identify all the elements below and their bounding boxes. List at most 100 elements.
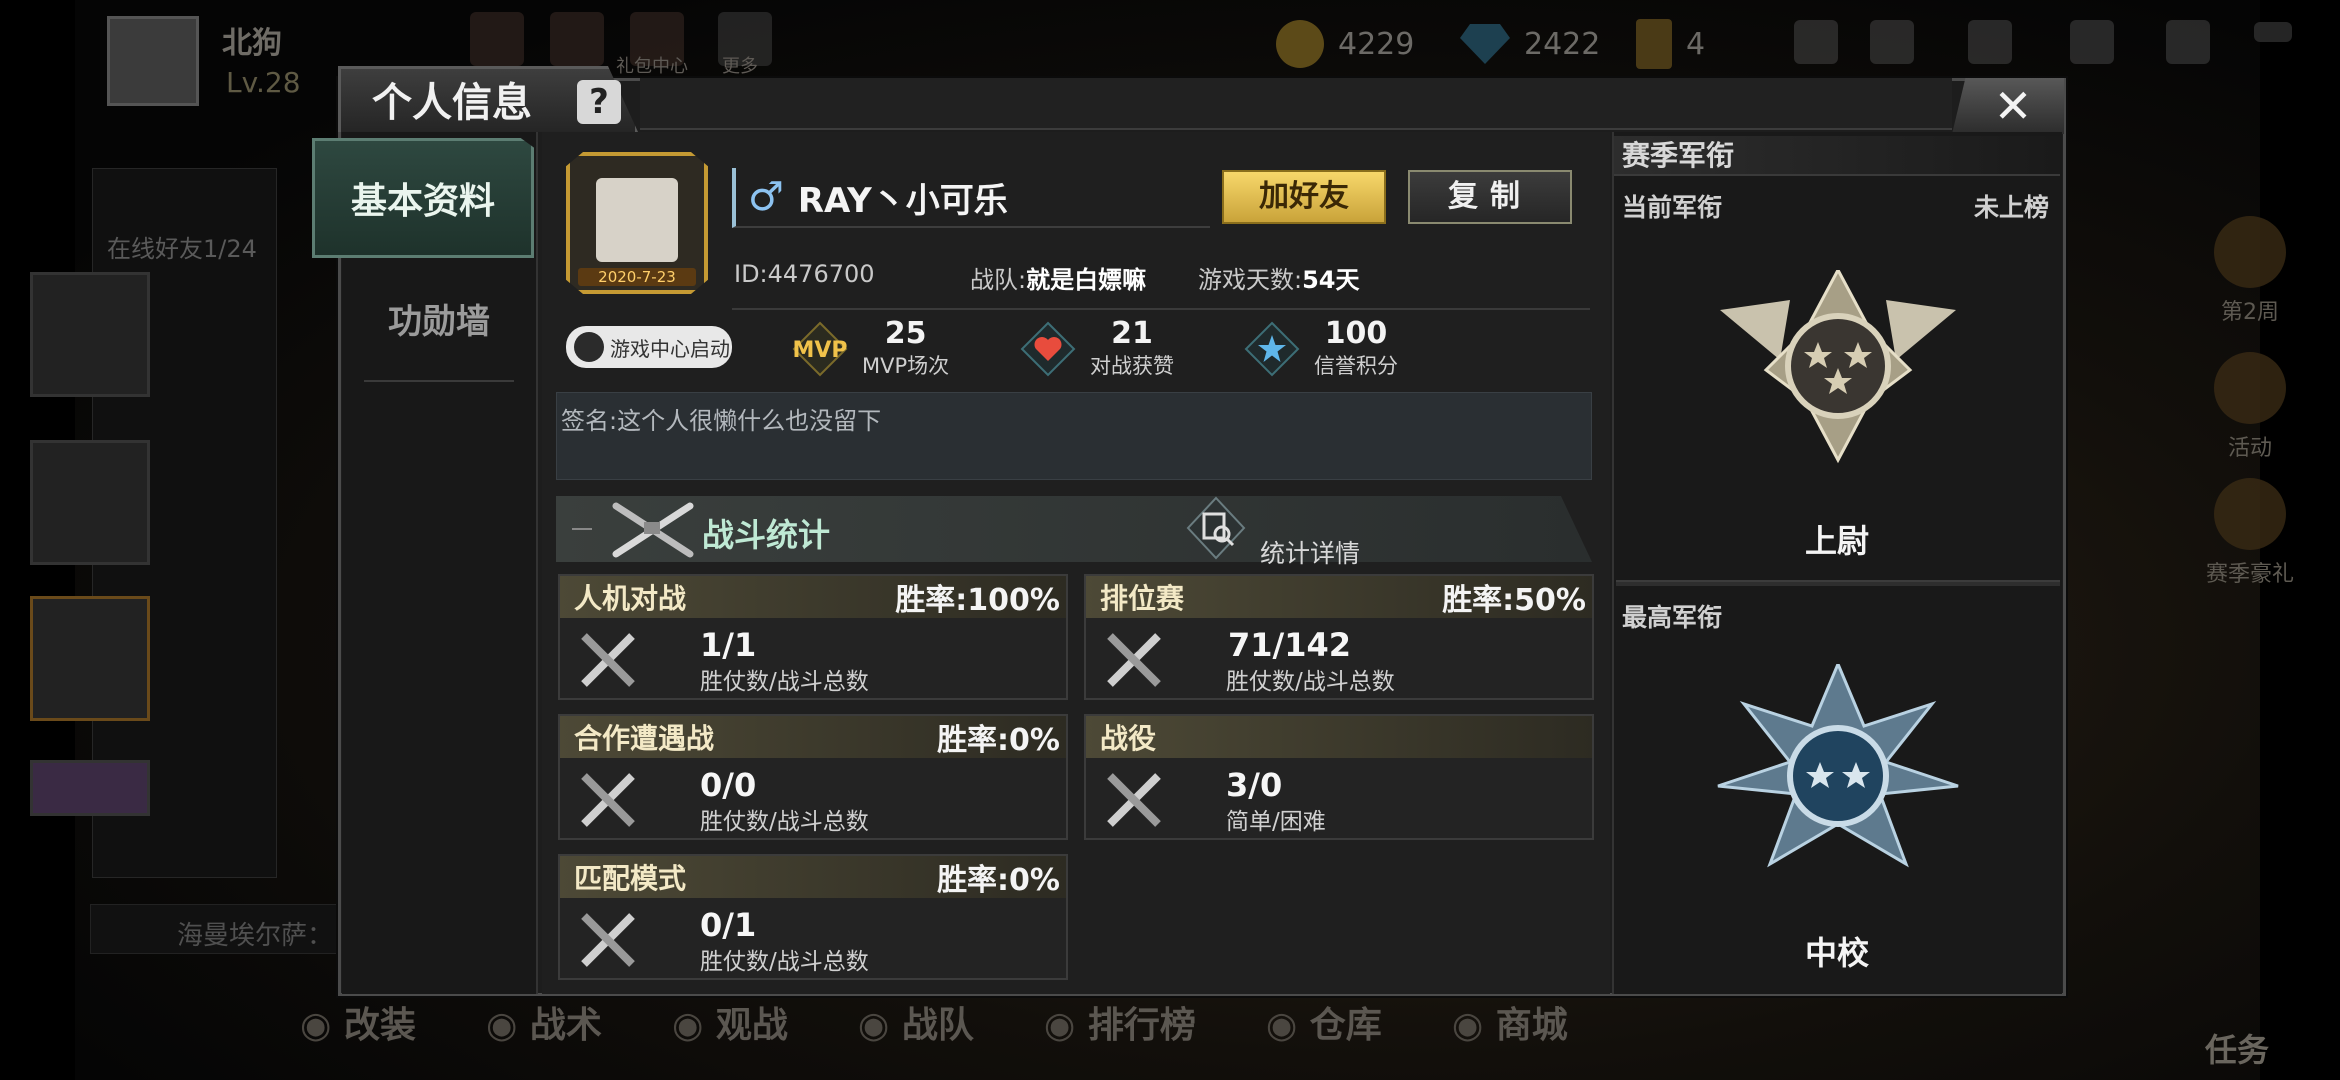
mode-value: 71/142 bbox=[1228, 626, 1352, 664]
crossed-swords-icon bbox=[1107, 633, 1161, 687]
player-portrait[interactable]: 2020-7-23 bbox=[566, 152, 708, 294]
friend-avatar-4[interactable] bbox=[30, 760, 150, 816]
male-gender-icon: ♂ bbox=[748, 174, 784, 220]
card-counter: 4 bbox=[1636, 18, 1705, 70]
diamond-icon bbox=[1460, 24, 1510, 64]
svg-text:MVP: MVP bbox=[792, 338, 847, 363]
mvp-icon: MVP bbox=[792, 321, 848, 377]
mode-sub-label: 胜仗数/战斗总数 bbox=[700, 809, 869, 835]
coin-counter: 4229 bbox=[1276, 18, 1414, 70]
mode-card-campaign: 战役 3/0 简单/困难 bbox=[1084, 714, 1594, 840]
credit-count: 100 bbox=[1324, 316, 1388, 351]
mode-value: 0/1 bbox=[700, 906, 757, 944]
mode-card-match: 匹配模式 胜率:0% 0/1 胜仗数/战斗总数 bbox=[558, 854, 1068, 980]
game-center-badge[interactable]: 游戏中心启动 bbox=[566, 326, 732, 368]
friend-avatar-1[interactable] bbox=[30, 272, 150, 397]
player-team: 战队:就是白嫖嘛 bbox=[970, 266, 1147, 294]
dialog-tabs bbox=[342, 132, 538, 994]
dialog-title-rail bbox=[640, 78, 1952, 130]
plus-icon[interactable] bbox=[1794, 20, 1838, 64]
season-rank-header: 赛季军衔 bbox=[1614, 136, 2060, 176]
stat-mvp: MVP 25 MVP场次 bbox=[790, 318, 949, 380]
crossed-rifles-icon bbox=[612, 502, 694, 558]
task-button[interactable]: 任务 bbox=[2205, 1025, 2269, 1071]
lobby-level: Lv.28 bbox=[226, 66, 301, 99]
portrait-photo bbox=[596, 178, 678, 262]
season-gift-icon bbox=[2214, 478, 2286, 550]
player-name: RAY丶小可乐 bbox=[797, 180, 1008, 221]
mode-sub-label: 胜仗数/战斗总数 bbox=[700, 949, 869, 975]
copy-button[interactable]: 复制 bbox=[1408, 170, 1572, 224]
chat-text: 海曼埃尔萨： bbox=[177, 921, 334, 951]
card-icon bbox=[1636, 19, 1672, 69]
win-rate: 胜率:0% bbox=[937, 863, 1060, 898]
tab-honor-wall[interactable]: 功勋墙 bbox=[364, 272, 514, 382]
stats-detail-link[interactable]: 统计详情 bbox=[1260, 534, 1360, 570]
nav-warehouse[interactable]: 仓库 bbox=[1266, 996, 1382, 1048]
nav-team[interactable]: 战队 bbox=[858, 996, 974, 1048]
nav-shop[interactable]: 商城 bbox=[1452, 996, 1568, 1048]
mail-icon[interactable] bbox=[1968, 20, 2012, 64]
credit-label: 信誉积分 bbox=[1314, 354, 1398, 378]
mode-card-coop: 合作遭遇战 胜率:0% 0/0 胜仗数/战斗总数 bbox=[558, 714, 1068, 840]
nav-spectate[interactable]: 观战 bbox=[672, 996, 788, 1048]
mode-name: 战役 bbox=[1100, 722, 1157, 755]
leaderboard-status: 未上榜 bbox=[1974, 193, 2050, 222]
nav-modify[interactable]: 改装 bbox=[300, 996, 416, 1048]
event-entry[interactable]: 活动 bbox=[2195, 352, 2305, 462]
diamond-counter: 2422 bbox=[1460, 18, 1600, 70]
current-rank-label: 当前军衔 bbox=[1622, 193, 1723, 222]
highest-rank-label: 最高军衔 bbox=[1622, 603, 1723, 632]
nav-tactics[interactable]: 战术 bbox=[486, 996, 602, 1048]
coin-icon bbox=[1276, 20, 1324, 68]
current-rank-name: 上尉 bbox=[1804, 522, 1869, 560]
event-icon bbox=[2214, 352, 2286, 424]
close-button[interactable]: ✕ bbox=[1952, 78, 2064, 134]
rank-divider bbox=[1616, 580, 2060, 586]
social-icon[interactable] bbox=[1870, 20, 1914, 64]
team-name[interactable]: 就是白嫖嘛 bbox=[1026, 266, 1146, 294]
mvp-count: 25 bbox=[884, 316, 927, 351]
friend-avatar-2[interactable] bbox=[30, 440, 150, 565]
stats-detail-icon[interactable] bbox=[1186, 496, 1246, 560]
stat-credit: 100 信誉积分 bbox=[1242, 318, 1398, 380]
profile-book-icon[interactable] bbox=[2166, 20, 2210, 64]
crossed-swords-icon bbox=[1107, 773, 1161, 827]
mvp-label: MVP场次 bbox=[862, 354, 950, 378]
mode-name: 匹配模式 bbox=[574, 862, 687, 895]
home-icon[interactable] bbox=[470, 12, 524, 66]
captain-rank-medal-icon bbox=[1720, 270, 1956, 464]
battery-icon bbox=[2254, 22, 2292, 42]
likes-label: 对战获赞 bbox=[1090, 354, 1174, 378]
star-medal-icon bbox=[2214, 216, 2286, 288]
weekly-reward[interactable]: 第2周 bbox=[2195, 216, 2305, 326]
mode-name: 合作遭遇战 bbox=[574, 722, 715, 755]
help-button[interactable]: ? bbox=[577, 80, 621, 124]
lobby-avatar[interactable] bbox=[107, 16, 199, 106]
portrait-date: 2020-7-23 bbox=[578, 268, 696, 286]
header-dash bbox=[572, 528, 592, 530]
lobby-username: 北狗 bbox=[222, 26, 282, 61]
settings-icon[interactable] bbox=[2070, 20, 2114, 64]
player-id: ID:4476700 bbox=[734, 260, 875, 288]
highest-rank-name: 中校 bbox=[1804, 934, 1869, 972]
win-rate: 胜率:0% bbox=[937, 723, 1060, 758]
nav-leaderboard[interactable]: 排行榜 bbox=[1044, 996, 1196, 1048]
mode-name: 人机对战 bbox=[574, 582, 687, 615]
crossed-swords-icon bbox=[581, 913, 635, 967]
online-friends-label: 在线好友1/24 bbox=[107, 235, 257, 263]
mode-name: 排位赛 bbox=[1100, 582, 1185, 615]
crossed-swords-icon bbox=[581, 633, 635, 687]
lt-colonel-rank-medal-icon bbox=[1717, 664, 1959, 868]
character-icon[interactable] bbox=[550, 12, 604, 66]
chat-bar[interactable]: 海曼埃尔萨： bbox=[90, 904, 350, 954]
mode-value: 0/0 bbox=[700, 766, 757, 804]
heart-icon bbox=[1020, 321, 1076, 377]
stat-likes: 21 对战获赞 bbox=[1018, 318, 1174, 380]
add-friend-button[interactable]: 加好友 bbox=[1222, 170, 1386, 224]
mode-value: 1/1 bbox=[700, 626, 757, 664]
friend-avatar-3[interactable] bbox=[30, 596, 150, 721]
tab-basic-info[interactable]: 基本资料 bbox=[312, 138, 534, 258]
gift-center-label: 礼包中心 bbox=[616, 56, 688, 77]
season-gift-entry[interactable]: 赛季豪礼 bbox=[2195, 478, 2305, 588]
